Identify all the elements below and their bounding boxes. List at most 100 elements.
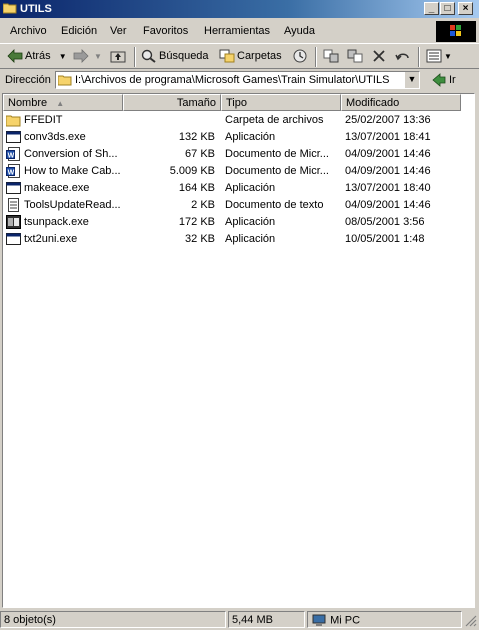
file-row[interactable]: ToolsUpdateRead... 2 KB Documento de texto… — [3, 197, 474, 214]
delete-button[interactable] — [371, 49, 387, 63]
application-icon — [6, 131, 21, 143]
svg-text:W: W — [8, 153, 15, 160]
file-type: Documento de texto — [225, 199, 324, 211]
move-to-button[interactable] — [323, 49, 339, 63]
forward-arrow-icon — [73, 49, 89, 63]
address-path: I:\Archivos de programa\Microsoft Games\… — [75, 74, 390, 86]
status-bar: 8 objeto(s) 5,44 MB Mi PC — [0, 609, 479, 630]
back-button[interactable]: Atrás ▼ — [7, 49, 67, 63]
file-size: 164 KB — [178, 182, 215, 194]
folder-icon — [58, 75, 72, 86]
close-button[interactable]: × — [458, 2, 473, 15]
menu-edicion[interactable]: Edición — [61, 25, 97, 37]
sort-ascending-icon: ▲ — [56, 99, 65, 108]
menu-bar: Archivo Edición Ver Favoritos Herramient… — [0, 20, 479, 42]
file-type: Aplicación — [225, 131, 276, 143]
folder-icon — [3, 3, 17, 14]
views-button[interactable]: ▼ — [426, 49, 452, 63]
file-name: ToolsUpdateRead... — [24, 199, 121, 211]
go-arrow-icon — [432, 73, 446, 87]
file-name: conv3ds.exe — [24, 131, 86, 143]
column-header-type[interactable]: Tipo — [221, 94, 341, 111]
word-document-icon: W — [6, 147, 20, 161]
computer-icon — [312, 614, 326, 626]
window-title: UTILS — [20, 3, 52, 15]
file-row[interactable]: FFEDIT Carpeta de archivos 25/02/2007 13:3… — [3, 112, 474, 129]
file-name: tsunpack.exe — [24, 216, 89, 228]
forward-dropdown-icon[interactable]: ▼ — [94, 52, 102, 61]
file-type: Aplicación — [225, 233, 276, 245]
resize-grip-icon[interactable] — [464, 614, 477, 627]
file-size: 5.009 KB — [169, 165, 215, 177]
copy-to-button[interactable] — [347, 49, 363, 63]
go-button[interactable]: Ir — [432, 73, 456, 87]
column-header-modified[interactable]: Modificado — [341, 94, 461, 111]
file-type: Aplicación — [225, 216, 276, 228]
column-header-size[interactable]: Tamaño — [123, 94, 221, 111]
undo-button[interactable] — [395, 49, 411, 63]
back-label: Atrás — [25, 50, 51, 62]
address-label: Dirección — [5, 74, 51, 86]
text-document-icon — [8, 198, 19, 212]
file-size: 132 KB — [178, 131, 215, 143]
folders-label: Carpetas — [237, 50, 282, 62]
column-header-name[interactable]: Nombre ▲ — [3, 94, 123, 111]
application-icon — [6, 233, 21, 245]
file-modified: 04/09/2001 14:46 — [345, 199, 431, 211]
menu-ayuda[interactable]: Ayuda — [284, 25, 315, 37]
file-modified: 08/05/2001 3:56 — [345, 216, 425, 228]
up-folder-button[interactable] — [110, 49, 126, 63]
copy-to-icon — [347, 49, 363, 63]
file-row[interactable]: conv3ds.exe 132 KB Aplicación 13/07/2001 18… — [3, 129, 474, 146]
file-size: 32 KB — [185, 233, 215, 245]
file-row[interactable]: W Conversion of Sh... 67 KB Documento de Mi… — [3, 146, 474, 163]
file-modified: 10/05/2001 1:48 — [345, 233, 425, 245]
file-list[interactable]: Nombre ▲ Tamaño Tipo Modificado FFEDIT Ca… — [2, 93, 475, 608]
folder-icon — [6, 115, 21, 127]
forward-button[interactable]: ▼ — [73, 49, 102, 63]
move-to-icon — [323, 49, 339, 63]
search-icon — [141, 49, 156, 63]
file-name: How to Make Cab... — [24, 165, 121, 177]
status-total-size: 5,44 MB — [228, 611, 305, 628]
back-arrow-icon — [7, 49, 23, 63]
file-size: 172 KB — [178, 216, 215, 228]
back-dropdown-icon[interactable]: ▼ — [59, 52, 67, 61]
file-row[interactable]: makeace.exe 164 KB Aplicación 13/07/2001 18… — [3, 180, 474, 197]
menu-ver[interactable]: Ver — [110, 25, 127, 37]
views-dropdown-icon[interactable]: ▼ — [444, 52, 452, 61]
toolbar-separator — [418, 47, 420, 67]
file-row[interactable]: W How to Make Cab... 5.009 KB Documento de … — [3, 163, 474, 180]
views-icon — [426, 49, 442, 63]
menu-archivo[interactable]: Archivo — [10, 25, 47, 37]
folders-button[interactable]: Carpetas — [219, 49, 282, 63]
minimize-button[interactable]: _ — [424, 2, 439, 15]
history-button[interactable] — [292, 49, 308, 63]
file-size: 2 KB — [191, 199, 215, 211]
toolbar-separator — [315, 47, 317, 67]
file-modified: 13/07/2001 18:41 — [345, 131, 431, 143]
file-row[interactable]: txt2uni.exe 32 KB Aplicación 10/05/2001 1:4… — [3, 231, 474, 248]
file-name: makeace.exe — [24, 182, 90, 194]
address-field[interactable]: I:\Archivos de programa\Microsoft Games\… — [55, 71, 420, 89]
menu-herramientas[interactable]: Herramientas — [204, 25, 270, 37]
search-button[interactable]: Búsqueda — [141, 49, 209, 63]
file-type: Documento de Micr... — [225, 148, 329, 160]
column-header-name-label: Nombre — [8, 97, 48, 109]
file-row[interactable]: tsunpack.exe 172 KB Aplicación 08/05/2001 3… — [3, 214, 474, 231]
file-modified: 13/07/2001 18:40 — [345, 182, 431, 194]
history-icon — [293, 49, 307, 63]
standard-toolbar: Atrás ▼ ▼ Búsqueda Carpetas ▼ — [0, 43, 479, 69]
address-dropdown-button[interactable]: ▼ — [404, 72, 419, 88]
maximize-button[interactable]: □ — [440, 2, 455, 15]
menu-favoritos[interactable]: Favoritos — [143, 25, 188, 37]
word-document-icon: W — [6, 164, 20, 178]
application-icon — [6, 182, 21, 194]
file-name: Conversion of Sh... — [24, 148, 118, 160]
title-bar[interactable]: UTILS _ □ × — [0, 0, 479, 18]
undo-icon — [395, 53, 409, 61]
file-type: Aplicación — [225, 182, 276, 194]
tsunpack-icon — [6, 215, 21, 229]
file-name: txt2uni.exe — [24, 233, 78, 245]
file-type: Carpeta de archivos — [225, 114, 324, 126]
